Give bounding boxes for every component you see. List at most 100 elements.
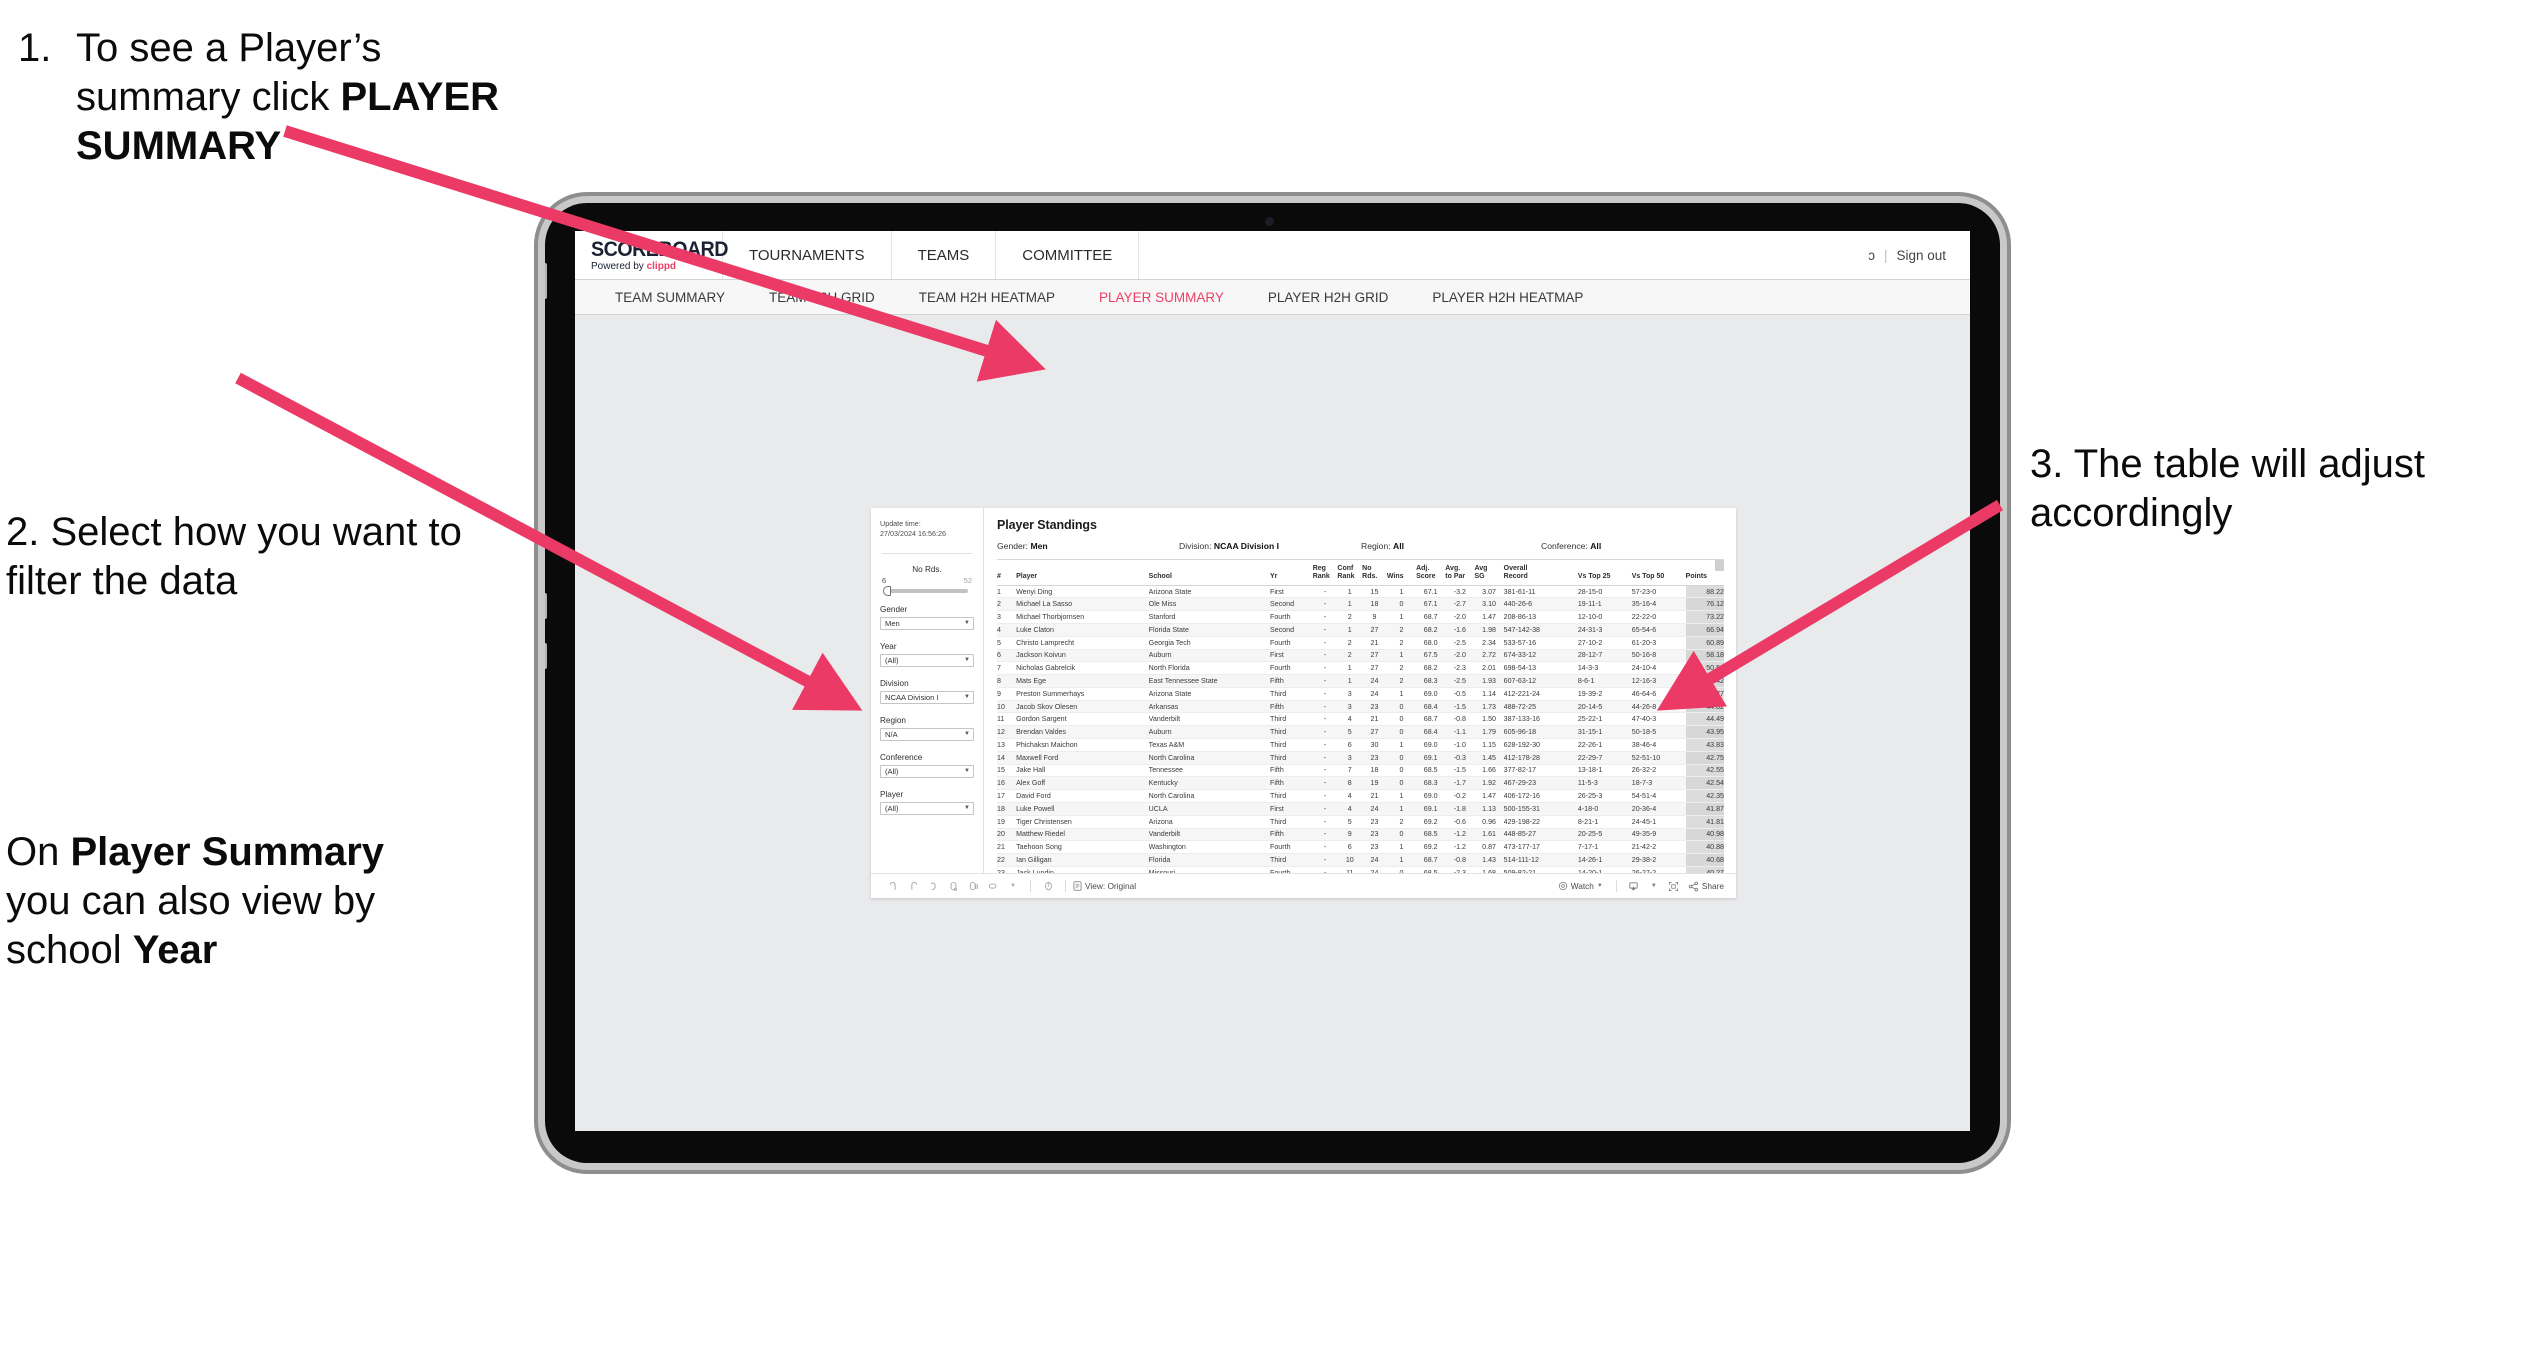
cell-num: 22: [997, 853, 1017, 867]
cell-w: 0: [1386, 712, 1417, 727]
filter-no-rounds[interactable]: No Rds. 6 52: [880, 565, 974, 596]
vertical-scrollbar[interactable]: [1715, 560, 1724, 571]
subnav-item-team-summary[interactable]: TEAM SUMMARY: [593, 290, 747, 305]
cell-player: Nicholas Gabrelcik: [1016, 661, 1149, 676]
filter-region-select[interactable]: N/A ▼: [880, 727, 974, 741]
column-header-1[interactable]: Player: [1016, 560, 1149, 586]
view-original-button[interactable]: View: Original: [1073, 881, 1136, 891]
cell-rec: 500-155-31: [1503, 802, 1578, 816]
column-header-10[interactable]: Avg SG: [1474, 560, 1504, 586]
column-header-3[interactable]: Yr: [1270, 560, 1313, 586]
subnav-item-team-h2h-grid[interactable]: TEAM H2H GRID: [747, 290, 897, 305]
cell-t50: 57-23-0: [1631, 585, 1686, 599]
pause-auto-update-icon[interactable]: [963, 876, 983, 896]
top-tab-teams[interactable]: TEAMS: [892, 231, 997, 279]
filter-conference-select[interactable]: (All) ▼: [880, 764, 974, 778]
table-row[interactable]: 22 Ian Gilligan Florida Third -10 24 1 68.7 -0.8…: [997, 853, 1724, 867]
cell-nr: 15: [1362, 585, 1387, 599]
cell-nr: 27: [1362, 725, 1387, 740]
undo-icon[interactable]: [883, 876, 903, 896]
watch-button[interactable]: Watch ▼: [1558, 881, 1603, 891]
table-row[interactable]: 10 Jacob Skov Olesen Arkansas Fifth -3 23 0 68.…: [997, 700, 1724, 714]
table-row[interactable]: 9 Preston Summerhays Arizona State Third -3 2…: [997, 687, 1724, 701]
column-header-5[interactable]: Conf Rank: [1337, 560, 1363, 586]
table-row[interactable]: 21 Taehoon Song Washington Fourth -6 23 1 69.2-…: [997, 840, 1724, 855]
cell-t50: 18-7-3: [1631, 776, 1686, 791]
top-tab-committee[interactable]: COMMITTEE: [996, 231, 1140, 279]
table-row[interactable]: 1 Wenyi Ding Arizona State First -1 15 1 67.1 -3…: [997, 585, 1724, 599]
subnav-item-player-h2h-heatmap[interactable]: PLAYER H2H HEATMAP: [1410, 290, 1605, 305]
table-row[interactable]: 3 Michael Thorbjornsen Stanford Fourth -2 9 1 6…: [997, 610, 1724, 624]
table-row[interactable]: 11 Gordon Sargent Vanderbilt Third -4 21 0 68.7…: [997, 712, 1724, 727]
redo-icon[interactable]: [903, 876, 923, 896]
fullscreen-icon[interactable]: [1664, 876, 1684, 896]
top-tab-tournaments[interactable]: TOURNAMENTS: [723, 231, 892, 279]
download-icon[interactable]: [1624, 876, 1644, 896]
column-header-12[interactable]: Vs Top 25: [1577, 560, 1632, 586]
cell-par: -0.8: [1445, 853, 1475, 867]
table-row[interactable]: 12 Brendan Valdes Auburn Third -5 27 0 68.4 -1.1…: [997, 725, 1724, 740]
cell-player: Maxwell Ford: [1016, 751, 1149, 765]
annotation-step-2b-part1: On: [6, 830, 71, 874]
table-row[interactable]: 6 Jackson Koivun Auburn First -2 27 1 67.5 -2.0 2…: [997, 649, 1724, 663]
table-row[interactable]: 14 Maxwell Ford North Carolina Third -3 23 0 69…: [997, 751, 1724, 765]
cell-adj: 69.0: [1416, 738, 1446, 752]
table-row[interactable]: 15 Jake Hall Tennessee Fifth -7 18 0 68.5 -1.5 1.…: [997, 764, 1724, 778]
slider-handle[interactable]: [883, 585, 891, 596]
cell-rec: 628-192-30: [1503, 738, 1578, 752]
cell-rr: -: [1312, 840, 1338, 855]
column-header-11[interactable]: Overall Record: [1503, 560, 1578, 586]
column-header-9[interactable]: Avg. to Par: [1445, 560, 1475, 586]
pause-icon[interactable]: [1038, 876, 1058, 896]
subnav-item-player-summary[interactable]: PLAYER SUMMARY: [1077, 290, 1246, 305]
filter-division-select[interactable]: NCAA Division I ▼: [880, 690, 974, 704]
column-header-13[interactable]: Vs Top 50: [1631, 560, 1686, 586]
cell-pts: 42.55: [1685, 764, 1724, 778]
chevron-down-icon[interactable]: ▼: [1644, 876, 1664, 896]
table-row[interactable]: 4 Luke Claton Florida State Second -1 27 2 68.2…: [997, 623, 1724, 637]
cell-cr: 2: [1337, 610, 1363, 624]
cell-yr: Third: [1270, 687, 1313, 701]
revert-icon[interactable]: [923, 876, 943, 896]
table-row[interactable]: 8 Mats Ege East Tennessee State Fifth -1 24 2 6…: [997, 674, 1724, 688]
cell-cr: 3: [1337, 751, 1363, 765]
summary-division-label: Division:: [1179, 541, 1214, 551]
cell-nr: 19: [1362, 776, 1387, 791]
subnav-item-team-h2h-heatmap[interactable]: TEAM H2H HEATMAP: [897, 290, 1077, 305]
column-header-7[interactable]: Wins: [1386, 560, 1417, 586]
undo-history-icon[interactable]: [983, 876, 1003, 896]
refresh-icon[interactable]: [943, 876, 963, 896]
table-row[interactable]: 17 David Ford North Carolina Third -4 21 1 69.0…: [997, 789, 1724, 803]
subnav-item-player-h2h-grid[interactable]: PLAYER H2H GRID: [1246, 290, 1411, 305]
sign-out-link[interactable]: Sign out: [1896, 248, 1946, 263]
filter-gender-select[interactable]: Men ▼: [880, 616, 974, 630]
cell-pts: 76.12: [1685, 597, 1724, 612]
table-row[interactable]: 19 Tiger Christensen Arizona Third -5 23 2 69.2…: [997, 815, 1724, 829]
table-row[interactable]: 7 Nicholas Gabrelcik North Florida Fourth -1…: [997, 661, 1724, 676]
cell-t25: 19-39-2: [1577, 687, 1632, 701]
column-header-0[interactable]: #: [997, 560, 1017, 586]
cell-pts: 42.54: [1685, 776, 1724, 791]
column-header-6[interactable]: No Rds.: [1362, 560, 1387, 586]
table-row[interactable]: 23 Jack Lundin Missouri Fourth -11 24 0 68.5 -2.…: [997, 866, 1724, 873]
filter-player-select[interactable]: (All) ▼: [880, 801, 974, 815]
cell-nr: 23: [1362, 840, 1387, 855]
cell-yr: Third: [1270, 751, 1313, 765]
table-row[interactable]: 2 Michael La Sasso Ole Miss Second -1 18 0 67.1…: [997, 597, 1724, 612]
cell-pts: 43.83: [1685, 738, 1724, 752]
filter-year-select[interactable]: (All) ▼: [880, 653, 974, 667]
table-row[interactable]: 16 Alex Goff Kentucky Fifth -8 19 0 68.3 -1.7 1.9…: [997, 776, 1724, 791]
table-row[interactable]: 18 Luke Powell UCLA First -4 24 1 69.1 -1.8 1.13 5…: [997, 802, 1724, 816]
cell-pts: 58.18: [1685, 649, 1724, 663]
table-row[interactable]: 13 Phichaksn Maichon Texas A&M Third -6 30 1 69…: [997, 738, 1724, 752]
slider-track[interactable]: [883, 585, 968, 596]
column-header-2[interactable]: School: [1148, 560, 1271, 586]
table-row[interactable]: 20 Matthew Riedel Vanderbilt Fifth -9 23 0 68.5…: [997, 828, 1724, 842]
chevron-down-icon[interactable]: ▼: [1003, 876, 1023, 896]
share-button[interactable]: Share: [1688, 881, 1724, 892]
column-header-4[interactable]: Reg Rank: [1312, 560, 1338, 586]
table-row[interactable]: 5 Christo Lamprecht Georgia Tech Fourth -2 21…: [997, 636, 1724, 650]
column-header-8[interactable]: Adj. Score: [1416, 560, 1446, 586]
cell-cr: 11: [1337, 866, 1363, 873]
cell-adj: 68.2: [1416, 623, 1446, 637]
